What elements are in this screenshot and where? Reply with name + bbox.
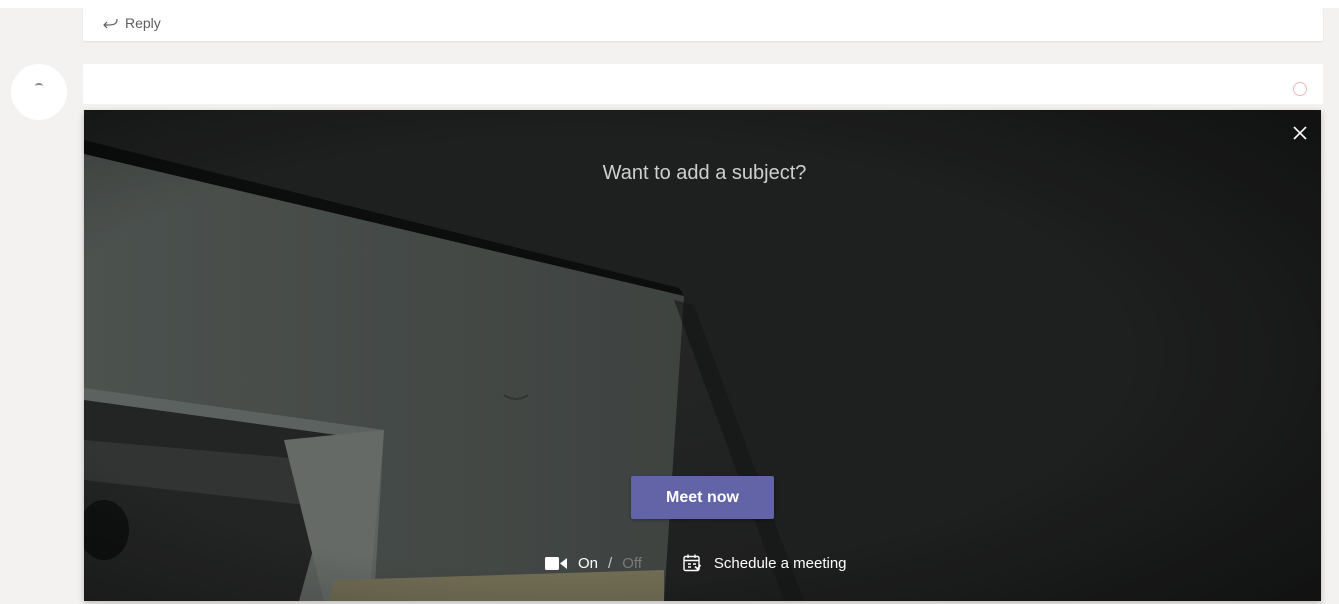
compose-card <box>83 64 1323 104</box>
reply-arrow-icon <box>103 18 118 28</box>
subject-input[interactable] <box>84 156 1321 190</box>
meet-now-panel: Meet now On / Off Schedule a meeting <box>84 110 1321 601</box>
video-separator: / <box>608 554 613 572</box>
meet-now-button[interactable]: Meet now <box>631 476 774 519</box>
schedule-meeting-label: Schedule a meeting <box>713 554 847 572</box>
close-icon <box>1293 126 1307 140</box>
video-toggle[interactable]: On / Off <box>545 555 642 572</box>
reply-button[interactable]: Reply <box>103 11 161 35</box>
avatar[interactable] <box>11 64 67 120</box>
previous-message-card: Reply <box>83 8 1323 41</box>
calendar-icon <box>683 554 702 572</box>
video-camera-icon <box>545 556 567 570</box>
top-strip <box>0 0 1339 8</box>
meeting-controls: On / Off Schedule a meeting <box>545 551 847 575</box>
video-off-label: Off <box>622 554 642 572</box>
schedule-meeting-button[interactable]: Schedule a meeting <box>682 553 847 573</box>
reply-label: Reply <box>125 15 161 31</box>
close-button[interactable] <box>1288 121 1312 145</box>
reaction-icon[interactable] <box>1293 82 1307 96</box>
avatar-glyph <box>35 83 43 89</box>
video-on-label: On <box>578 554 599 572</box>
